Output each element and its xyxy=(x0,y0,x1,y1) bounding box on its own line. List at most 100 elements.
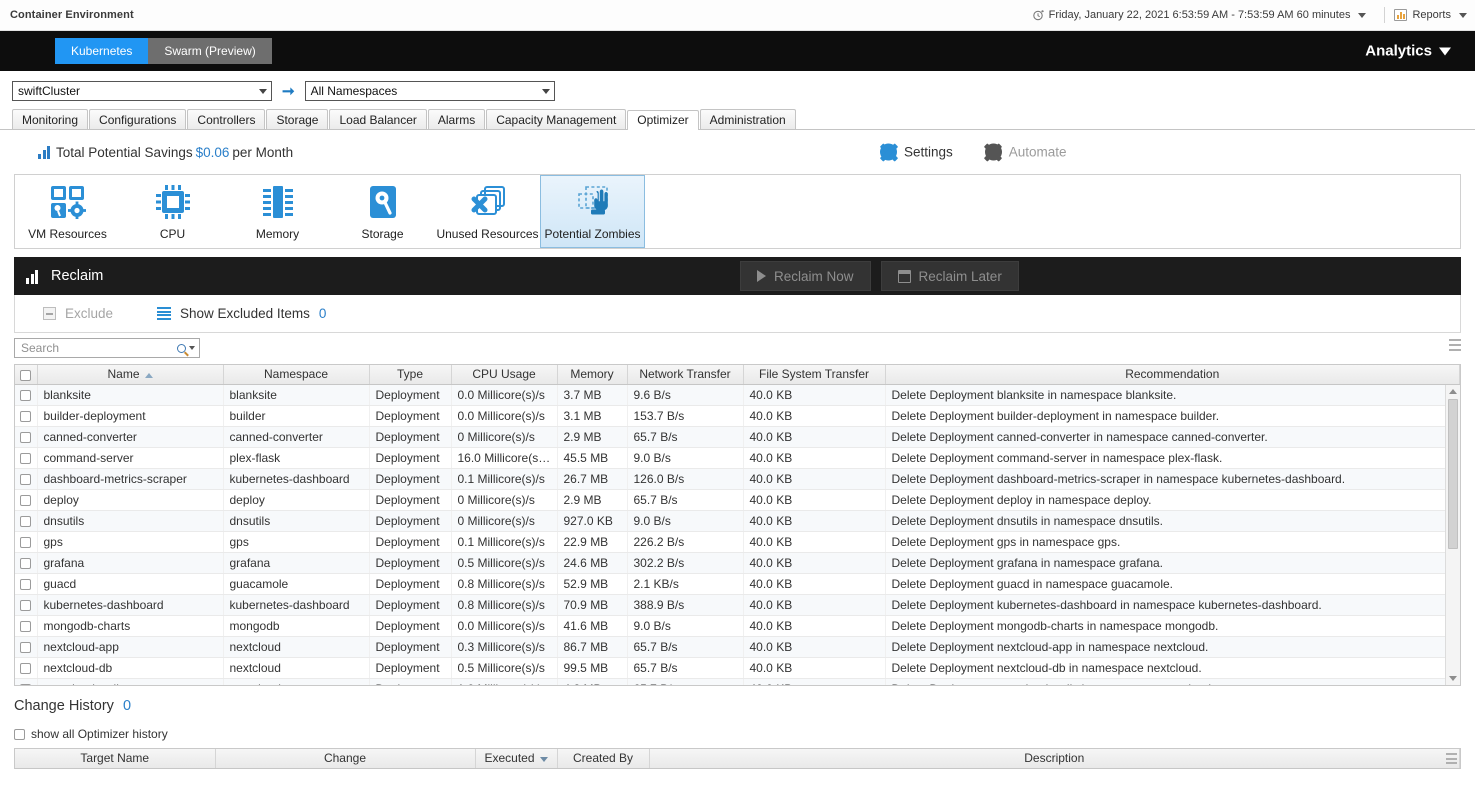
row-checkbox[interactable] xyxy=(20,389,32,401)
tab-kubernetes[interactable]: Kubernetes xyxy=(55,38,149,64)
reclaim-later-button[interactable]: Reclaim Later xyxy=(880,261,1019,291)
tab-alarms[interactable]: Alarms xyxy=(427,109,486,129)
cluster-select[interactable]: swiftCluster xyxy=(12,81,272,101)
automate-button[interactable]: Automate xyxy=(984,143,1067,161)
table-row[interactable]: nextcloud-app nextcloud Deployment 0.3 Mill… xyxy=(15,636,1460,658)
table-row[interactable]: builder-deployment builder Deployment 0.0 M… xyxy=(15,405,1460,427)
search-input[interactable]: Search xyxy=(14,338,200,358)
row-checkbox[interactable] xyxy=(20,599,32,611)
row-select-cell[interactable] xyxy=(15,636,38,658)
row-select-cell[interactable] xyxy=(15,489,38,511)
time-range-selector[interactable]: Friday, January 22, 2021 6:53:59 AM - 7:… xyxy=(1032,9,1376,21)
table-row[interactable]: guacd guacamole Deployment 0.8 Millicore(s)… xyxy=(15,573,1460,595)
category-cpu[interactable]: CPU xyxy=(120,175,225,248)
tab-configurations[interactable]: Configurations xyxy=(89,109,187,129)
column-settings-icon[interactable] xyxy=(1449,339,1461,351)
column-header-memory[interactable]: Memory xyxy=(557,365,628,385)
select-all-header[interactable] xyxy=(15,365,38,385)
row-select-cell[interactable] xyxy=(15,678,38,685)
column-header-name[interactable]: Name xyxy=(37,365,224,385)
analytics-menu[interactable]: Analytics xyxy=(1365,43,1451,60)
tab-monitoring[interactable]: Monitoring xyxy=(12,109,89,129)
search-icon[interactable] xyxy=(177,343,186,353)
category-unused-resources[interactable]: Unused Resources xyxy=(435,175,540,248)
tab-controllers[interactable]: Controllers xyxy=(187,109,266,129)
row-checkbox[interactable] xyxy=(20,557,32,569)
show-all-history-checkbox[interactable] xyxy=(14,728,25,740)
show-all-history-row[interactable]: show all Optimizer history xyxy=(14,727,1475,741)
row-checkbox[interactable] xyxy=(20,410,32,422)
tab-load-balancer[interactable]: Load Balancer xyxy=(329,109,427,129)
reports-menu[interactable]: Reports xyxy=(1394,9,1467,21)
category-storage[interactable]: Storage xyxy=(330,175,435,248)
column-header-type[interactable]: Type xyxy=(369,365,452,385)
row-select-cell[interactable] xyxy=(15,468,38,490)
row-checkbox[interactable] xyxy=(20,515,32,527)
history-column-change[interactable]: Change xyxy=(215,749,476,769)
tab-storage[interactable]: Storage xyxy=(266,109,329,129)
row-checkbox[interactable] xyxy=(20,662,32,674)
table-row[interactable]: nextcloud-db nextcloud Deployment 0.5 Milli… xyxy=(15,657,1460,679)
row-select-cell[interactable] xyxy=(15,531,38,553)
row-checkbox[interactable] xyxy=(20,536,32,548)
history-column-description[interactable]: Description xyxy=(649,749,1460,769)
history-column-executed[interactable]: Executed xyxy=(475,749,558,769)
category-potential-zombies[interactable]: Potential Zombies xyxy=(540,175,645,248)
table-row[interactable]: dashboard-metrics-scraper kubernetes-dash… xyxy=(15,468,1460,490)
row-select-cell[interactable] xyxy=(15,657,38,679)
reclaim-now-button[interactable]: Reclaim Now xyxy=(740,261,871,291)
history-column-created-by[interactable]: Created By xyxy=(557,749,650,769)
namespace-select[interactable]: All Namespaces xyxy=(304,81,555,101)
table-row[interactable]: grafana grafana Deployment 0.5 Millicore(s)… xyxy=(15,552,1460,574)
row-select-cell[interactable] xyxy=(15,447,38,469)
table-row[interactable]: command-server plex-flask Deployment 16.0 M… xyxy=(15,447,1460,469)
tab-administration[interactable]: Administration xyxy=(699,109,796,129)
settings-button[interactable]: Settings xyxy=(880,143,953,161)
history-column-settings-icon[interactable] xyxy=(1446,753,1457,764)
row-select-cell[interactable] xyxy=(15,405,38,427)
row-checkbox[interactable] xyxy=(20,683,32,685)
row-select-cell[interactable] xyxy=(15,573,38,595)
row-checkbox[interactable] xyxy=(20,578,32,590)
exclude-button[interactable]: Exclude xyxy=(43,306,113,321)
show-excluded-items-button[interactable]: Show Excluded Items 0 xyxy=(157,306,326,321)
table-row[interactable]: blanksite blanksite Deployment 0.0 Millicor… xyxy=(15,384,1460,406)
row-checkbox[interactable] xyxy=(20,620,32,632)
tab-capacity-management[interactable]: Capacity Management xyxy=(486,109,627,129)
cell-name: builder-deployment xyxy=(37,405,224,427)
column-header-file-system-transfer[interactable]: File System Transfer xyxy=(743,365,886,385)
category-vm-resources[interactable]: VM Resources xyxy=(15,175,120,248)
scroll-down-icon[interactable] xyxy=(1446,672,1460,685)
tab-optimizer[interactable]: Optimizer xyxy=(627,110,699,130)
chevron-down-icon[interactable] xyxy=(189,346,195,350)
scrollbar-thumb[interactable] xyxy=(1448,399,1458,549)
row-select-cell[interactable] xyxy=(15,384,38,406)
table-row[interactable]: kubernetes-dashboard kubernetes-dashboard… xyxy=(15,594,1460,616)
table-row[interactable]: canned-converter canned-converter Deployme… xyxy=(15,426,1460,448)
row-checkbox[interactable] xyxy=(20,473,32,485)
category-memory[interactable]: Memory xyxy=(225,175,330,248)
select-all-checkbox[interactable] xyxy=(20,369,32,381)
table-row[interactable]: gps gps Deployment 0.1 Millicore(s)/s 22.9 M… xyxy=(15,531,1460,553)
row-select-cell[interactable] xyxy=(15,426,38,448)
row-checkbox[interactable] xyxy=(20,641,32,653)
row-checkbox[interactable] xyxy=(20,452,32,464)
history-column-target-name[interactable]: Target Name xyxy=(15,749,216,769)
column-header-network-transfer[interactable]: Network Transfer xyxy=(627,365,744,385)
table-row[interactable]: nextcloud-redisnextcloudDeployment1.0 Mi… xyxy=(15,678,1460,685)
row-checkbox[interactable] xyxy=(20,431,32,443)
row-select-cell[interactable] xyxy=(15,510,38,532)
tab-swarm-preview[interactable]: Swarm (Preview) xyxy=(148,38,272,64)
scroll-up-icon[interactable] xyxy=(1446,385,1460,398)
row-select-cell[interactable] xyxy=(15,615,38,637)
column-header-cpu-usage[interactable]: CPU Usage xyxy=(451,365,558,385)
table-vertical-scrollbar[interactable] xyxy=(1445,385,1460,685)
table-row[interactable]: mongodb-charts mongodb Deployment 0.0 Milli… xyxy=(15,615,1460,637)
column-header-namespace[interactable]: Namespace xyxy=(223,365,370,385)
row-select-cell[interactable] xyxy=(15,552,38,574)
column-header-recommendation[interactable]: Recommendation xyxy=(885,365,1460,385)
table-row[interactable]: deploy deploy Deployment 0 Millicore(s)/s 2.… xyxy=(15,489,1460,511)
row-checkbox[interactable] xyxy=(20,494,32,506)
table-row[interactable]: dnsutils dnsutils Deployment 0 Millicore(s)… xyxy=(15,510,1460,532)
row-select-cell[interactable] xyxy=(15,594,38,616)
